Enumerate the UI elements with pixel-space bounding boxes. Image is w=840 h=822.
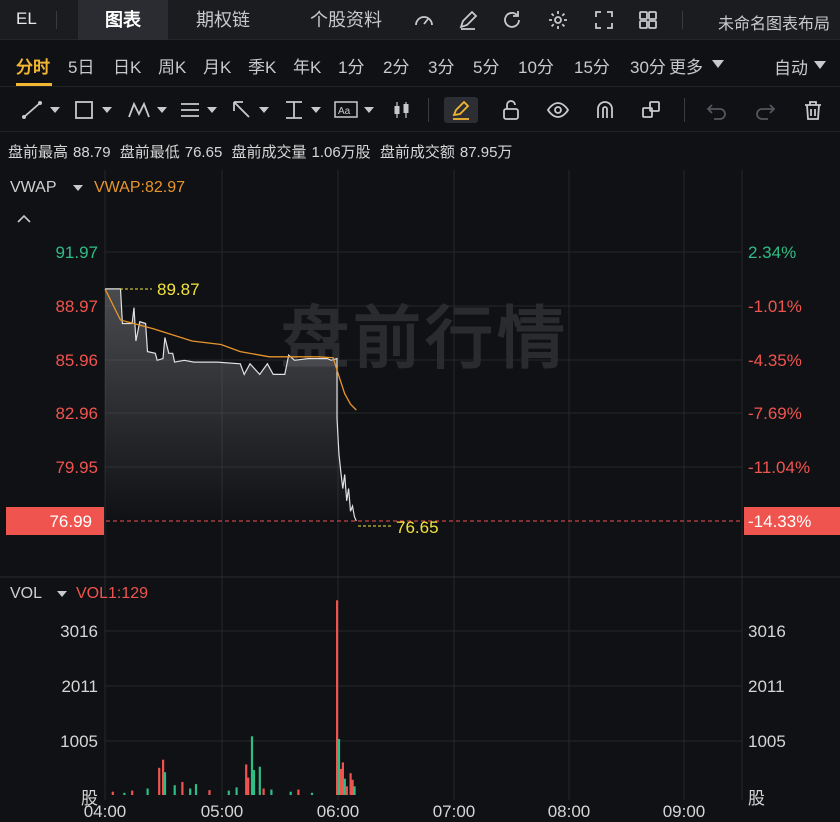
- chevron-down-icon[interactable]: [57, 591, 67, 597]
- volume-bar-23: [310, 792, 314, 795]
- time-label-2: 06:00: [317, 802, 360, 821]
- pct-level-3: -7.69%: [748, 404, 802, 423]
- volume-bar-18: [258, 766, 261, 795]
- price-level-0: 91.97: [55, 243, 98, 262]
- vol-level-right-1: 2011: [748, 677, 785, 696]
- vol-level-right-0: 3016: [748, 622, 786, 641]
- volume-bar-14: [245, 764, 248, 795]
- pct-level-2: -4.35%: [748, 351, 802, 370]
- vol-level-1: 2011: [61, 677, 98, 696]
- chevron-down-icon[interactable]: [73, 185, 83, 191]
- volume-bar-22: [297, 789, 300, 795]
- vol-level-2: 1005: [60, 732, 98, 751]
- volume-bar-1: [123, 792, 126, 795]
- volume-bar-24: [336, 600, 339, 795]
- price-level-3: 82.96: [55, 404, 98, 423]
- time-label-0: 04:00: [84, 802, 127, 821]
- volume-bar-11: [208, 790, 211, 795]
- volume-bar-10: [194, 784, 198, 795]
- volume-bar-3: [146, 788, 149, 795]
- pct-level-4: -11.04%: [748, 458, 810, 477]
- volume-bar-30: [349, 773, 352, 795]
- low-marker: 76.65: [396, 518, 439, 537]
- volume-bar-25: [337, 739, 341, 795]
- main-indicator-select[interactable]: VWAP: [10, 179, 57, 196]
- volume-axis-left: 3016 2011 1005 股: [60, 622, 98, 808]
- volume-bar-13: [235, 787, 238, 795]
- collapse-chevron-up-icon[interactable]: [17, 214, 31, 223]
- vwap-value: VWAP:82.97: [94, 179, 185, 196]
- volume-bar-31: [351, 779, 354, 795]
- time-label-4: 08:00: [548, 802, 591, 821]
- volume-axis-right: 3016 2011 1005 股: [748, 622, 786, 808]
- volume-bar-0: [111, 791, 114, 795]
- volume-bar-27: [341, 762, 344, 795]
- time-label-3: 07:00: [433, 802, 476, 821]
- volume-bar-26: [339, 768, 343, 795]
- time-label-1: 05:00: [201, 802, 244, 821]
- volume-bar-15: [247, 777, 250, 795]
- volume-bar-19: [262, 788, 265, 795]
- vol-value: VOL1:129: [76, 585, 148, 602]
- volume-bar-17: [252, 770, 256, 795]
- pct-level-1: -1.01%: [748, 297, 802, 316]
- percent-axis-right: 2.34% -1.01% -4.35% -7.69% -11.04%: [748, 243, 810, 477]
- volume-bar-28: [343, 778, 346, 795]
- volume-bars: [111, 600, 356, 795]
- volume-bar-21: [289, 791, 292, 795]
- volume-bar-4: [158, 767, 161, 795]
- time-axis: 04:00 05:00 06:00 07:00 08:00 09:00: [84, 802, 706, 821]
- price-level-1: 88.97: [55, 297, 98, 316]
- volume-bar-6: [163, 772, 167, 795]
- high-marker: 89.87: [157, 280, 200, 299]
- current-price: 76.99: [49, 512, 92, 531]
- vol-indicator-select[interactable]: VOL: [10, 585, 42, 602]
- intraday-chart[interactable]: 盘前行情 VWAP VWAP:82.97 91.97 88.97 85.96 8…: [0, 0, 840, 822]
- vol-level-0: 3016: [60, 622, 98, 641]
- volume-bar-16: [250, 736, 254, 795]
- volume-bar-32: [353, 786, 356, 795]
- vol-unit-right: 股: [748, 789, 765, 808]
- price-level-4: 79.95: [55, 458, 98, 477]
- price-level-2: 85.96: [55, 351, 98, 370]
- time-label-5: 09:00: [663, 802, 706, 821]
- volume-bar-20: [270, 789, 273, 795]
- vol-level-right-2: 1005: [748, 732, 786, 751]
- price-axis-left: 91.97 88.97 85.96 82.96 79.95: [55, 243, 98, 477]
- volume-bar-8: [181, 781, 184, 795]
- volume-bar-5: [162, 759, 165, 795]
- current-pct: -14.33%: [748, 512, 811, 531]
- pct-level-0: 2.34%: [748, 243, 796, 262]
- volume-bar-12: [227, 790, 230, 795]
- volume-bar-2: [131, 790, 134, 795]
- volume-bar-7: [173, 785, 176, 795]
- volume-bar-29: [345, 786, 348, 795]
- volume-bar-9: [189, 788, 192, 795]
